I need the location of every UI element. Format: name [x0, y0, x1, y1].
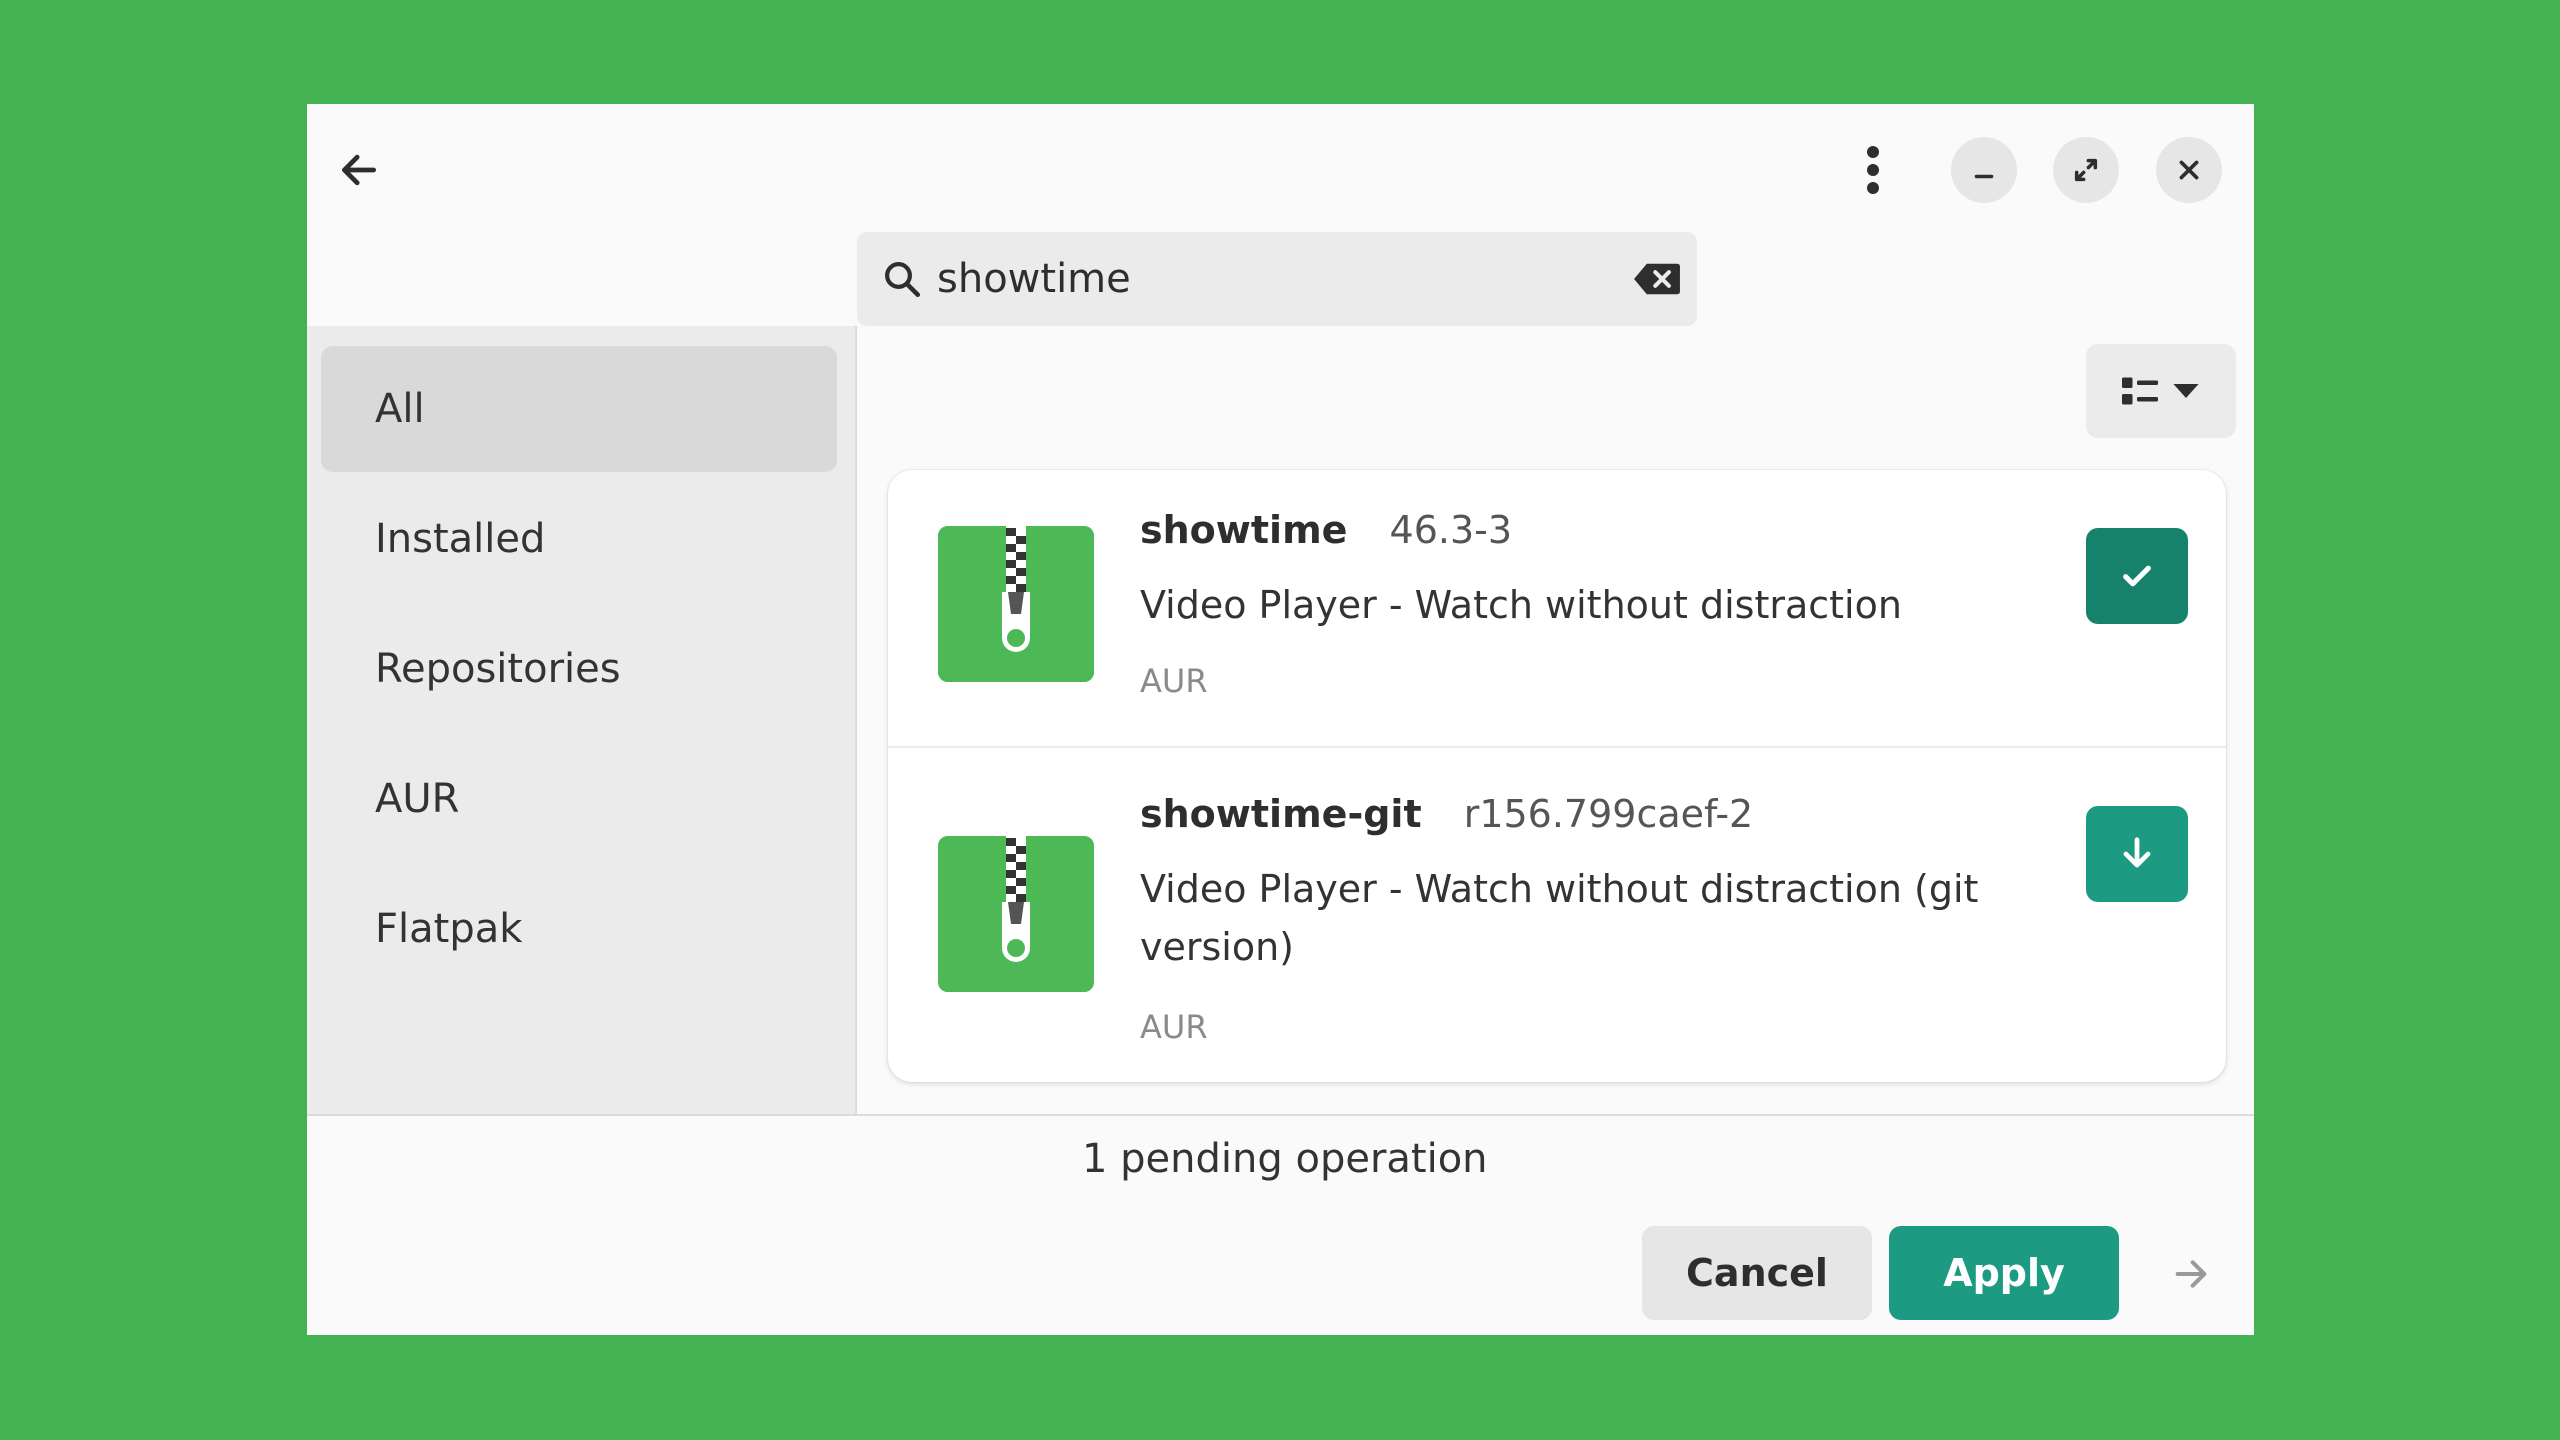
- package-version: 46.3-3: [1389, 508, 1513, 552]
- search-bar: [857, 232, 1697, 326]
- minimize-icon: [1974, 174, 1994, 179]
- search-icon: [885, 262, 921, 298]
- package-source: AUR: [1140, 662, 1208, 700]
- main-menu-button[interactable]: [1843, 140, 1903, 200]
- sidebar: All Installed Repositories AUR Flatpak: [307, 326, 857, 1116]
- list-view-icon: [2122, 377, 2158, 405]
- backspace-clear-icon[interactable]: [1633, 262, 1681, 296]
- apply-button[interactable]: Apply: [1889, 1226, 2119, 1320]
- sidebar-item-aur[interactable]: AUR: [321, 736, 837, 862]
- archive-zipper-icon: [938, 836, 1094, 992]
- package-description: Video Player - Watch without distraction: [1140, 583, 1902, 627]
- back-button[interactable]: [329, 140, 389, 200]
- download-icon: [2123, 837, 2151, 868]
- sidebar-item-installed[interactable]: Installed: [321, 476, 837, 602]
- chevron-down-icon: [2173, 384, 2199, 398]
- sidebar-item-label: Flatpak: [375, 906, 523, 952]
- arrow-right-icon: [2175, 1260, 2207, 1288]
- list-item[interactable]: showtime-git r156.799caef-2 Video Player…: [888, 748, 2226, 1082]
- selected-toggle-button[interactable]: [2086, 528, 2188, 624]
- header-bar: [307, 104, 2254, 326]
- pending-operations-label: 1 pending operation: [1082, 1136, 1488, 1182]
- package-description: Video Player - Watch without distraction…: [1140, 867, 1979, 969]
- package-source: AUR: [1140, 1008, 1208, 1046]
- next-button[interactable]: [2161, 1244, 2221, 1304]
- package-title: showtime-git r156.799caef-2: [1140, 792, 1753, 836]
- sidebar-item-label: Repositories: [375, 646, 621, 692]
- package-version: r156.799caef-2: [1463, 792, 1754, 836]
- search-input[interactable]: [937, 248, 1597, 310]
- maximize-icon: [2074, 158, 2098, 182]
- maximize-button[interactable]: [2053, 137, 2119, 203]
- package-title: showtime 46.3-3: [1140, 508, 1512, 552]
- sidebar-item-label: All: [375, 386, 425, 432]
- list-item[interactable]: showtime 46.3-3 Video Player - Watch wit…: [888, 470, 2226, 748]
- sidebar-item-label: Installed: [375, 516, 546, 562]
- footer-bar: 1 pending operation Cancel Apply: [307, 1114, 2254, 1335]
- results-card: showtime 46.3-3 Video Player - Watch wit…: [888, 470, 2226, 1082]
- sidebar-item-flatpak[interactable]: Flatpak: [321, 866, 837, 992]
- minimize-button[interactable]: [1951, 137, 2017, 203]
- package-name: showtime-git: [1140, 792, 1422, 836]
- archive-zipper-icon: [938, 526, 1094, 682]
- sidebar-item-repositories[interactable]: Repositories: [321, 606, 837, 732]
- install-button[interactable]: [2086, 806, 2188, 902]
- kebab-menu-icon: [1867, 146, 1879, 194]
- close-button[interactable]: [2156, 137, 2222, 203]
- view-mode-toggle[interactable]: [2086, 344, 2236, 438]
- sidebar-item-all[interactable]: All: [321, 346, 837, 472]
- arrow-left-icon: [341, 154, 377, 186]
- check-icon: [2123, 565, 2151, 587]
- sidebar-item-label: AUR: [375, 776, 460, 822]
- package-name: showtime: [1140, 508, 1348, 552]
- close-icon: [2179, 160, 2199, 180]
- cancel-button[interactable]: Cancel: [1642, 1226, 1872, 1320]
